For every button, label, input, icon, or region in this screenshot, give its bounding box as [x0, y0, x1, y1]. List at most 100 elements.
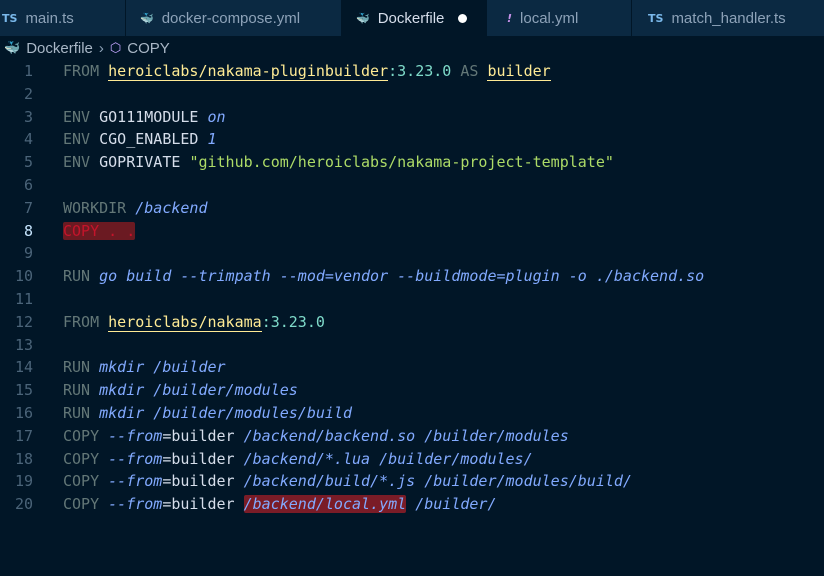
unsaved-dot-icon[interactable] — [458, 13, 468, 23]
code-token: on — [207, 107, 226, 126]
code-line[interactable]: 6 — [0, 174, 824, 197]
code-text[interactable]: WORKDIR /backend — [63, 197, 208, 220]
code-token: /backend/build/*.js /builder/modules/bui… — [243, 472, 632, 491]
breadcrumb-file[interactable]: Dockerfile — [26, 40, 93, 57]
code-token: mkdir /builder/modules/build — [99, 403, 352, 422]
line-number: 2 — [23, 84, 33, 103]
code-line[interactable]: 17 COPY --from=builder /backend/backend.s… — [0, 425, 824, 448]
code-token: =builder — [162, 472, 244, 491]
line-number: 9 — [23, 244, 33, 263]
code-line[interactable]: 11 — [0, 288, 824, 311]
code-token: /builder/ — [415, 495, 497, 514]
code-line[interactable]: 19 COPY --from=builder /backend/build/*.j… — [0, 470, 824, 493]
breadcrumb: 🐳 Dockerfile › ⬡ COPY — [0, 37, 170, 59]
code-text[interactable]: RUN mkdir /builder/modules/build — [63, 402, 352, 425]
code-line[interactable]: 20 COPY --from=builder /backend/local.yml… — [0, 493, 824, 516]
code-text[interactable]: RUN mkdir /builder — [63, 356, 226, 379]
code-token: --from — [108, 449, 163, 468]
code-text[interactable]: ENV GOPRIVATE "github.com/heroiclabs/nak… — [63, 151, 614, 174]
code-token: heroiclabs/nakama — [108, 312, 262, 332]
code-token: :3.23.0 — [261, 312, 325, 331]
code-text[interactable]: COPY . . — [63, 220, 136, 243]
code-text[interactable]: COPY --from=builder /backend/local.yml /… — [63, 493, 497, 516]
line-number: 4 — [23, 130, 33, 149]
breadcrumb-symbol[interactable]: COPY — [127, 40, 170, 57]
tab-label: docker-compose.yml — [161, 9, 301, 27]
code-line[interactable]: 8 COPY . . — [0, 220, 824, 243]
code-token: =builder — [162, 449, 244, 468]
code-line[interactable]: 14 RUN mkdir /builder — [0, 356, 824, 379]
line-number: 14 — [14, 358, 33, 377]
tab-main-ts[interactable]: TS main.ts — [0, 0, 126, 36]
code-editor[interactable]: 1 FROM heroiclabs/nakama-pluginbuilder:3.… — [0, 60, 824, 516]
tab-label: Dockerfile — [377, 9, 445, 27]
code-token: heroiclabs/nakama-pluginbuilder — [108, 62, 389, 81]
code-token: AS — [460, 62, 479, 80]
code-text[interactable]: RUN mkdir /builder/modules — [63, 379, 298, 402]
code-text[interactable]: COPY --from=builder /backend/backend.so … — [63, 425, 569, 448]
code-line[interactable]: 7 WORKDIR /backend — [0, 197, 824, 220]
tab-dockerfile[interactable]: 🐳 Dockerfile — [342, 0, 487, 36]
code-token: COPY — [63, 449, 100, 468]
code-line[interactable]: 4 ENV CGO_ENABLED 1 — [0, 128, 824, 151]
line-number: 7 — [23, 198, 33, 217]
code-text[interactable]: FROM heroiclabs/nakama-pluginbuilder:3.2… — [63, 60, 551, 83]
line-number: 6 — [23, 175, 33, 194]
code-text[interactable]: COPY --from=builder /backend/build/*.js … — [63, 470, 632, 493]
code-line[interactable]: 13 — [0, 334, 824, 357]
code-line[interactable]: 18 COPY --from=builder /backend/*.lua /bu… — [0, 448, 824, 471]
code-token: --from — [108, 495, 163, 514]
code-line[interactable]: 5 ENV GOPRIVATE "github.com/heroiclabs/na… — [0, 151, 824, 174]
line-number: 12 — [14, 312, 33, 331]
code-line[interactable]: 1 FROM heroiclabs/nakama-pluginbuilder:3.… — [0, 60, 824, 83]
code-token: RUN — [63, 358, 91, 377]
tab-label: match_handler.ts — [671, 9, 786, 27]
line-number: 3 — [23, 107, 33, 126]
code-line[interactable]: 16 RUN mkdir /builder/modules/build — [0, 402, 824, 425]
code-token: /backend/backend.so /builder/modules — [243, 426, 569, 445]
docker-icon: 🐳 — [4, 40, 21, 55]
symbol-cube-icon: ⬡ — [109, 40, 122, 56]
code-line[interactable]: 12 FROM heroiclabs/nakama:3.23.0 — [0, 311, 824, 334]
code-line[interactable]: 2 — [0, 83, 824, 106]
code-token: "github.com/heroiclabs/nakama-project-te… — [189, 153, 614, 172]
error-highlight: /backend/local.yml — [243, 495, 407, 514]
line-number: 1 — [23, 62, 33, 80]
code-line[interactable]: 10 RUN go build --trimpath --mod=vendor -… — [0, 265, 824, 288]
line-number: 11 — [14, 289, 33, 308]
typescript-icon: TS — [648, 11, 664, 25]
code-line[interactable]: 3 ENV GO111MODULE on — [0, 106, 824, 129]
code-line[interactable]: 15 RUN mkdir /builder/modules — [0, 379, 824, 402]
code-token: go build --trimpath --mod=vendor --build… — [99, 267, 705, 286]
error-highlight: COPY . . — [63, 221, 136, 240]
code-token: ENV — [63, 153, 91, 172]
code-text[interactable]: ENV GO111MODULE on — [63, 106, 226, 129]
code-token: ENV — [63, 130, 91, 149]
code-text[interactable]: COPY --from=builder /backend/*.lua /buil… — [63, 448, 533, 471]
code-token: COPY — [63, 472, 100, 491]
code-token: /backend/*.lua /builder/modules/ — [243, 449, 533, 468]
code-text[interactable]: FROM heroiclabs/nakama:3.23.0 — [63, 311, 325, 334]
tab-local-yml[interactable]: ! local.yml — [487, 0, 632, 36]
code-line[interactable]: 9 — [0, 242, 824, 265]
tab-docker-compose[interactable]: 🐳 docker-compose.yml — [126, 0, 342, 36]
code-token: COPY — [63, 426, 100, 445]
line-number: 15 — [14, 381, 33, 400]
code-token: FROM — [63, 62, 100, 80]
tab-label: main.ts — [25, 9, 74, 27]
docker-compose-icon: 🐳 — [140, 11, 154, 25]
code-token: COPY — [63, 495, 100, 514]
yaml-icon: ! — [507, 11, 513, 25]
code-text[interactable]: RUN go build --trimpath --mod=vendor --b… — [63, 265, 704, 288]
code-token: =builder — [162, 426, 244, 445]
code-token: /backend — [135, 198, 208, 217]
tab-match-handler-ts[interactable]: TS match_handler.ts — [632, 0, 824, 36]
code-text[interactable]: ENV CGO_ENABLED 1 — [63, 128, 217, 151]
code-token: mkdir /builder/modules — [99, 381, 298, 400]
